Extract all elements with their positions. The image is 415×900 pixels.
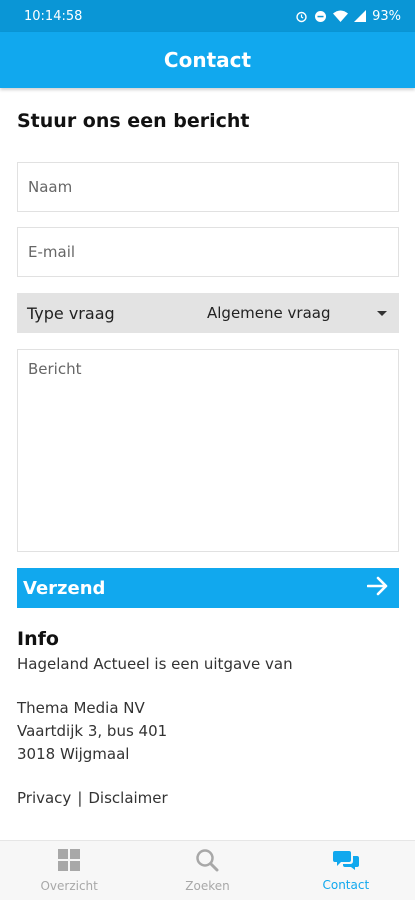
status-time: 10:14:58 (24, 8, 83, 24)
do-not-disturb-icon (314, 10, 327, 23)
question-type-label: Type vraag (27, 303, 115, 323)
contact-content: Stuur ons een bericht Type vraag Algemen… (17, 88, 399, 807)
app-bar: Contact (0, 32, 415, 88)
legal-links: Privacy | Disclaimer (17, 789, 168, 807)
address-street: Vaartdijk 3, bus 401 (17, 722, 168, 740)
form-title: Stuur ons een bericht (17, 110, 250, 132)
message-field[interactable] (17, 349, 399, 552)
message-input[interactable] (28, 350, 388, 551)
email-input[interactable] (28, 243, 388, 261)
status-bar: 10:14:58 93% (0, 0, 415, 32)
nav-label-zoeken: Zoeken (185, 879, 230, 893)
publisher-line: Hageland Actueel is een uitgave van (17, 655, 293, 673)
signal-icon (354, 10, 367, 22)
info-title: Info (17, 628, 59, 650)
nav-item-zoeken[interactable]: Zoeken (138, 841, 276, 900)
alarm-icon (295, 10, 308, 23)
name-field[interactable] (17, 162, 399, 212)
status-icons: 93% (295, 9, 401, 24)
search-icon (195, 848, 219, 875)
grid-icon (57, 848, 81, 875)
question-type-value: Algemene vraag (207, 304, 331, 322)
nav-label-contact: Contact (322, 878, 370, 892)
name-input[interactable] (28, 178, 388, 196)
company-name: Thema Media NV (17, 699, 145, 717)
battery-level: 93% (372, 8, 401, 24)
page-title: Contact (163, 48, 252, 72)
link-separator: | (77, 789, 83, 807)
privacy-link[interactable]: Privacy (17, 789, 71, 807)
chat-icon (332, 849, 359, 874)
question-type-select[interactable]: Type vraag Algemene vraag (17, 293, 399, 333)
disclaimer-link[interactable]: Disclaimer (88, 789, 167, 807)
submit-label: Verzend (23, 577, 106, 599)
arrow-right-icon (366, 576, 389, 601)
nav-label-overzicht: Overzicht (40, 879, 98, 893)
bottom-navigation: Overzicht Zoeken Contact (0, 840, 415, 900)
chevron-down-icon (377, 310, 387, 316)
submit-button[interactable]: Verzend (17, 568, 399, 608)
nav-item-contact[interactable]: Contact (277, 841, 415, 900)
nav-item-overzicht[interactable]: Overzicht (0, 841, 138, 900)
wifi-icon (333, 10, 349, 22)
email-field[interactable] (17, 227, 399, 277)
address-city: 3018 Wijgmaal (17, 745, 130, 763)
